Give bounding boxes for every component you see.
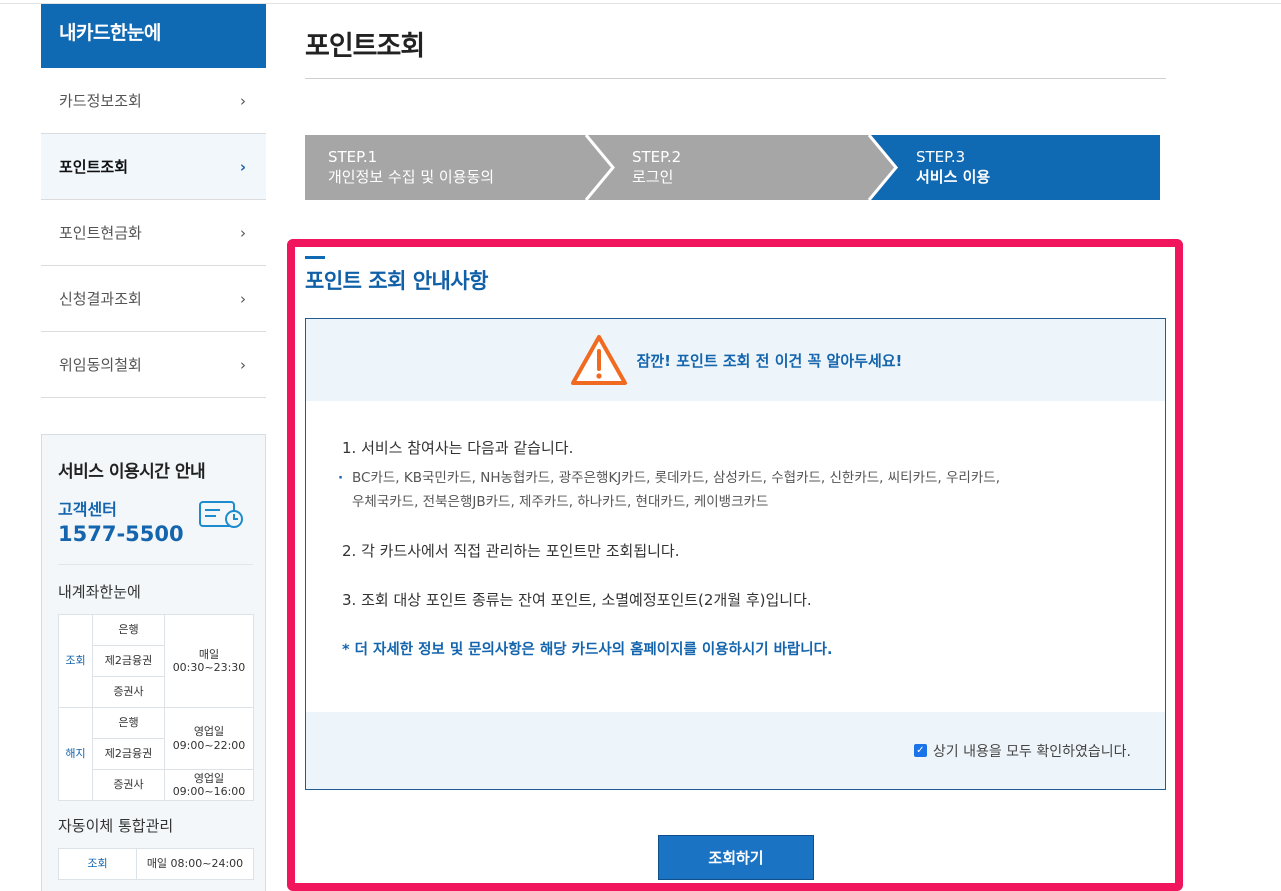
sidebar-item-consent-withdraw[interactable]: 위임동의철회 › <box>41 332 266 398</box>
divider <box>58 564 253 565</box>
confirm-label[interactable]: 상기 내용을 모두 확인하였습니다. <box>933 741 1131 761</box>
step-label: 서비스 이용 <box>916 168 991 186</box>
warning-text: 잠깐! 포인트 조회 전 이건 꼭 알아두세요! <box>636 351 903 370</box>
time-range: 09:00~22:00 <box>172 738 246 752</box>
step-2: STEP.2 로그인 <box>588 135 888 200</box>
participating-cards-line: 우체국카드, 전북은행JB카드, 제주카드, 하나카드, 현대카드, 케이뱅크카… <box>352 494 769 510</box>
row-category: 조회 <box>58 614 93 708</box>
notice-header: 잠깐! 포인트 조회 전 이건 꼭 알아두세요! <box>306 319 1165 401</box>
time-day: 매일 <box>198 647 220 661</box>
page-title: 포인트조회 <box>305 31 425 62</box>
search-button[interactable]: 조회하기 <box>658 835 814 880</box>
participating-cards: BC카드, KB국민카드, NH농협카드, 광주은행KJ카드, 롯데카드, 삼성… <box>338 466 1122 514</box>
chevron-right-icon: › <box>239 157 246 176</box>
step-3-current: STEP.3 서비스 이용 <box>871 135 1160 200</box>
confirm-checkbox[interactable]: ✓ <box>913 744 927 757</box>
page: 내카드한눈에 카드정보조회 › 포인트조회 › 포인트현금화 › 신청결과조회 … <box>0 0 1281 891</box>
sidebar-item-point-inquiry[interactable]: 포인트조회 › <box>41 134 266 200</box>
step-arrow-icon <box>861 135 898 200</box>
institution: 증권사 <box>92 769 165 801</box>
notice-box: 잠깐! 포인트 조회 전 이건 꼭 알아두세요! 1. 서비스 참여사는 다음과… <box>305 318 1166 790</box>
sidebar-menu: 카드정보조회 › 포인트조회 › 포인트현금화 › 신청결과조회 › 위임동의철… <box>41 68 266 398</box>
sidebar-item-label: 카드정보조회 <box>59 92 142 110</box>
row-category: 해지 <box>58 707 93 801</box>
institution: 제2금융권 <box>92 645 165 677</box>
title-divider <box>305 78 1166 79</box>
time-cell: 영업일 09:00~16:00 <box>164 769 254 801</box>
sidebar-item-label: 포인트조회 <box>59 158 129 176</box>
time-cell: 영업일 09:00~22:00 <box>164 707 254 770</box>
time-cell: 매일 00:30~23:30 <box>164 614 254 708</box>
section-accent-bar <box>305 256 325 259</box>
service-hours-box: 서비스 이용시간 안내 고객센터 1577-5500 내계좌한눈에 조회 은행 … <box>41 434 266 891</box>
account-section-title: 내계좌한눈에 <box>58 583 141 601</box>
step-number: STEP.1 <box>328 148 378 166</box>
step-number: STEP.2 <box>632 148 682 166</box>
notice-body: 1. 서비스 참여사는 다음과 같습니다. BC카드, KB국민카드, NH농협… <box>306 401 1165 659</box>
time-range: 09:00~16:00 <box>172 785 246 798</box>
institution: 은행 <box>92 707 165 739</box>
chevron-right-icon: › <box>240 91 246 110</box>
time-range: 00:30~23:30 <box>172 661 246 674</box>
sidebar-item-request-result[interactable]: 신청결과조회 › <box>41 266 266 332</box>
table-row: 조회 은행 매일 00:30~23:30 <box>58 614 254 708</box>
sidebar-item-label: 포인트현금화 <box>59 224 142 242</box>
row-category: 조회 <box>58 848 137 880</box>
warning-icon <box>570 335 627 385</box>
step-label: 로그인 <box>632 168 674 186</box>
sidebar-item-point-cash[interactable]: 포인트현금화 › <box>41 200 266 266</box>
service-hours-title: 서비스 이용시간 안내 <box>58 462 206 482</box>
institution: 은행 <box>92 614 165 646</box>
sidebar-item-card-info[interactable]: 카드정보조회 › <box>41 68 266 134</box>
institution: 제2금융권 <box>92 738 165 770</box>
notice-item-3: 3. 조회 대상 포인트 종류는 잔여 포인트, 소멸예정포인트(2개월 후)입… <box>342 591 812 609</box>
participating-cards-line: BC카드, KB국민카드, NH농협카드, 광주은행KJ카드, 롯데카드, 삼성… <box>352 470 1000 486</box>
step-1: STEP.1 개인정보 수집 및 이용동의 <box>305 135 605 200</box>
auto-transfer-table: 조회 매일 08:00~24:00 <box>58 848 254 880</box>
notice-note: * 더 자세한 정보 및 문의사항은 해당 카드사의 홈페이지를 이용하시기 바… <box>342 642 833 658</box>
auto-transfer-title: 자동이체 통합관리 <box>58 817 174 835</box>
time-day: 영업일 <box>193 771 225 785</box>
account-schedule-table: 조회 은행 매일 00:30~23:30 제2금융권 증권사 해지 은행 영업일… <box>58 614 254 801</box>
notice-footer: ✓ 상기 내용을 모두 확인하였습니다. <box>306 712 1165 789</box>
table-row: 조회 매일 08:00~24:00 <box>58 848 254 880</box>
sidebar-header: 내카드한눈에 <box>41 4 266 68</box>
step-number: STEP.3 <box>916 148 966 166</box>
section-title: 포인트 조회 안내사항 <box>305 269 489 293</box>
sidebar-item-label: 신청결과조회 <box>59 290 142 308</box>
notice-item-1: 1. 서비스 참여사는 다음과 같습니다. <box>342 439 574 457</box>
sidebar-item-label: 위임동의철회 <box>59 356 142 374</box>
step-indicator: STEP.1 개인정보 수집 및 이용동의 STEP.2 로그인 STEP.3 … <box>305 135 1160 200</box>
institution: 증권사 <box>92 676 165 708</box>
table-row: 해지 은행 영업일 09:00~22:00 <box>58 707 254 801</box>
chevron-right-icon: › <box>240 223 246 242</box>
chevron-right-icon: › <box>240 289 246 308</box>
notice-item-2: 2. 각 카드사에서 직접 관리하는 포인트만 조회됩니다. <box>342 542 680 560</box>
step-arrow-icon <box>578 135 615 200</box>
time-range: 매일 08:00~24:00 <box>136 848 254 880</box>
step-label: 개인정보 수집 및 이용동의 <box>328 168 495 186</box>
time-day: 영업일 <box>193 725 225 739</box>
chevron-right-icon: › <box>240 355 246 374</box>
card-clock-icon <box>199 501 243 528</box>
